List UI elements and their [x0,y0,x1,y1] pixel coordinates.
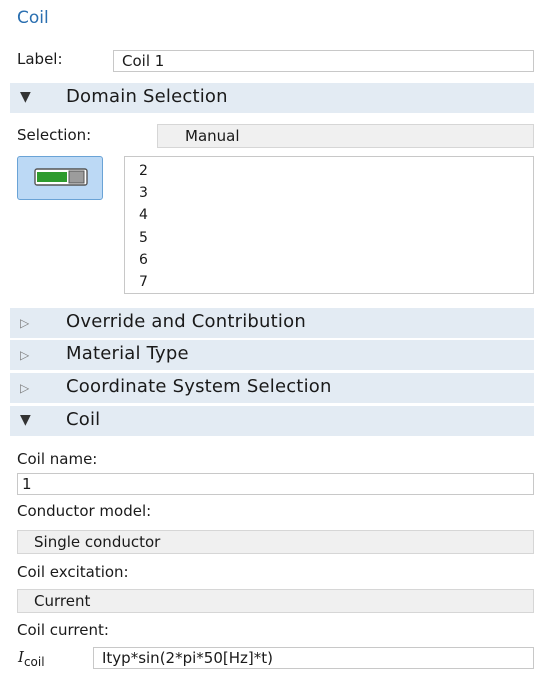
list-item[interactable]: 5 [139,230,148,246]
coil-name-input[interactable]: 1 [17,473,534,495]
selection-label: Selection: [17,126,92,144]
domain-list[interactable]: 2 3 4 5 6 7 [124,156,534,294]
list-item[interactable]: 4 [139,207,148,223]
active-toggle-button[interactable] [17,156,103,200]
triangle-right-icon: ▷ [20,316,30,330]
selection-dropdown[interactable]: Manual [157,124,534,148]
triangle-right-icon: ▷ [20,348,30,362]
section-override-and-contribution[interactable]: ▷ Override and Contribution [10,308,534,338]
label-field-label: Label: [17,50,63,68]
panel-title: Coil [17,8,49,28]
section-title: Coil [66,409,101,430]
section-title: Coordinate System Selection [66,376,332,397]
section-coil[interactable]: ▼ Coil [10,406,534,436]
current-symbol-subscript: coil [23,655,45,669]
section-title: Domain Selection [66,86,228,107]
list-item[interactable]: 6 [139,252,148,268]
coil-name-label: Coil name: [17,450,98,468]
triangle-down-icon: ▼ [20,412,31,428]
section-material-type[interactable]: ▷ Material Type [10,340,534,370]
triangle-down-icon: ▼ [20,89,31,105]
coil-current-label: Coil current: [17,621,109,639]
coil-current-input[interactable]: Ityp*sin(2*pi*50[Hz]*t) [93,647,534,669]
section-domain-selection[interactable]: ▼ Domain Selection [10,83,534,113]
label-input[interactable]: Coil 1 [113,50,534,72]
active-toggle-icon [34,168,88,186]
section-coordinate-system-selection[interactable]: ▷ Coordinate System Selection [10,373,534,403]
conductor-model-dropdown[interactable]: Single conductor [17,530,534,554]
conductor-model-label: Conductor model: [17,502,152,520]
triangle-right-icon: ▷ [20,381,30,395]
coil-excitation-label: Coil excitation: [17,563,129,581]
section-title: Override and Contribution [66,311,306,332]
coil-current-symbol: Icoil [18,648,45,669]
list-item[interactable]: 2 [139,163,148,179]
list-item[interactable]: 3 [139,185,148,201]
coil-excitation-dropdown[interactable]: Current [17,589,534,613]
list-item[interactable]: 7 [139,274,148,290]
section-title: Material Type [66,343,189,364]
